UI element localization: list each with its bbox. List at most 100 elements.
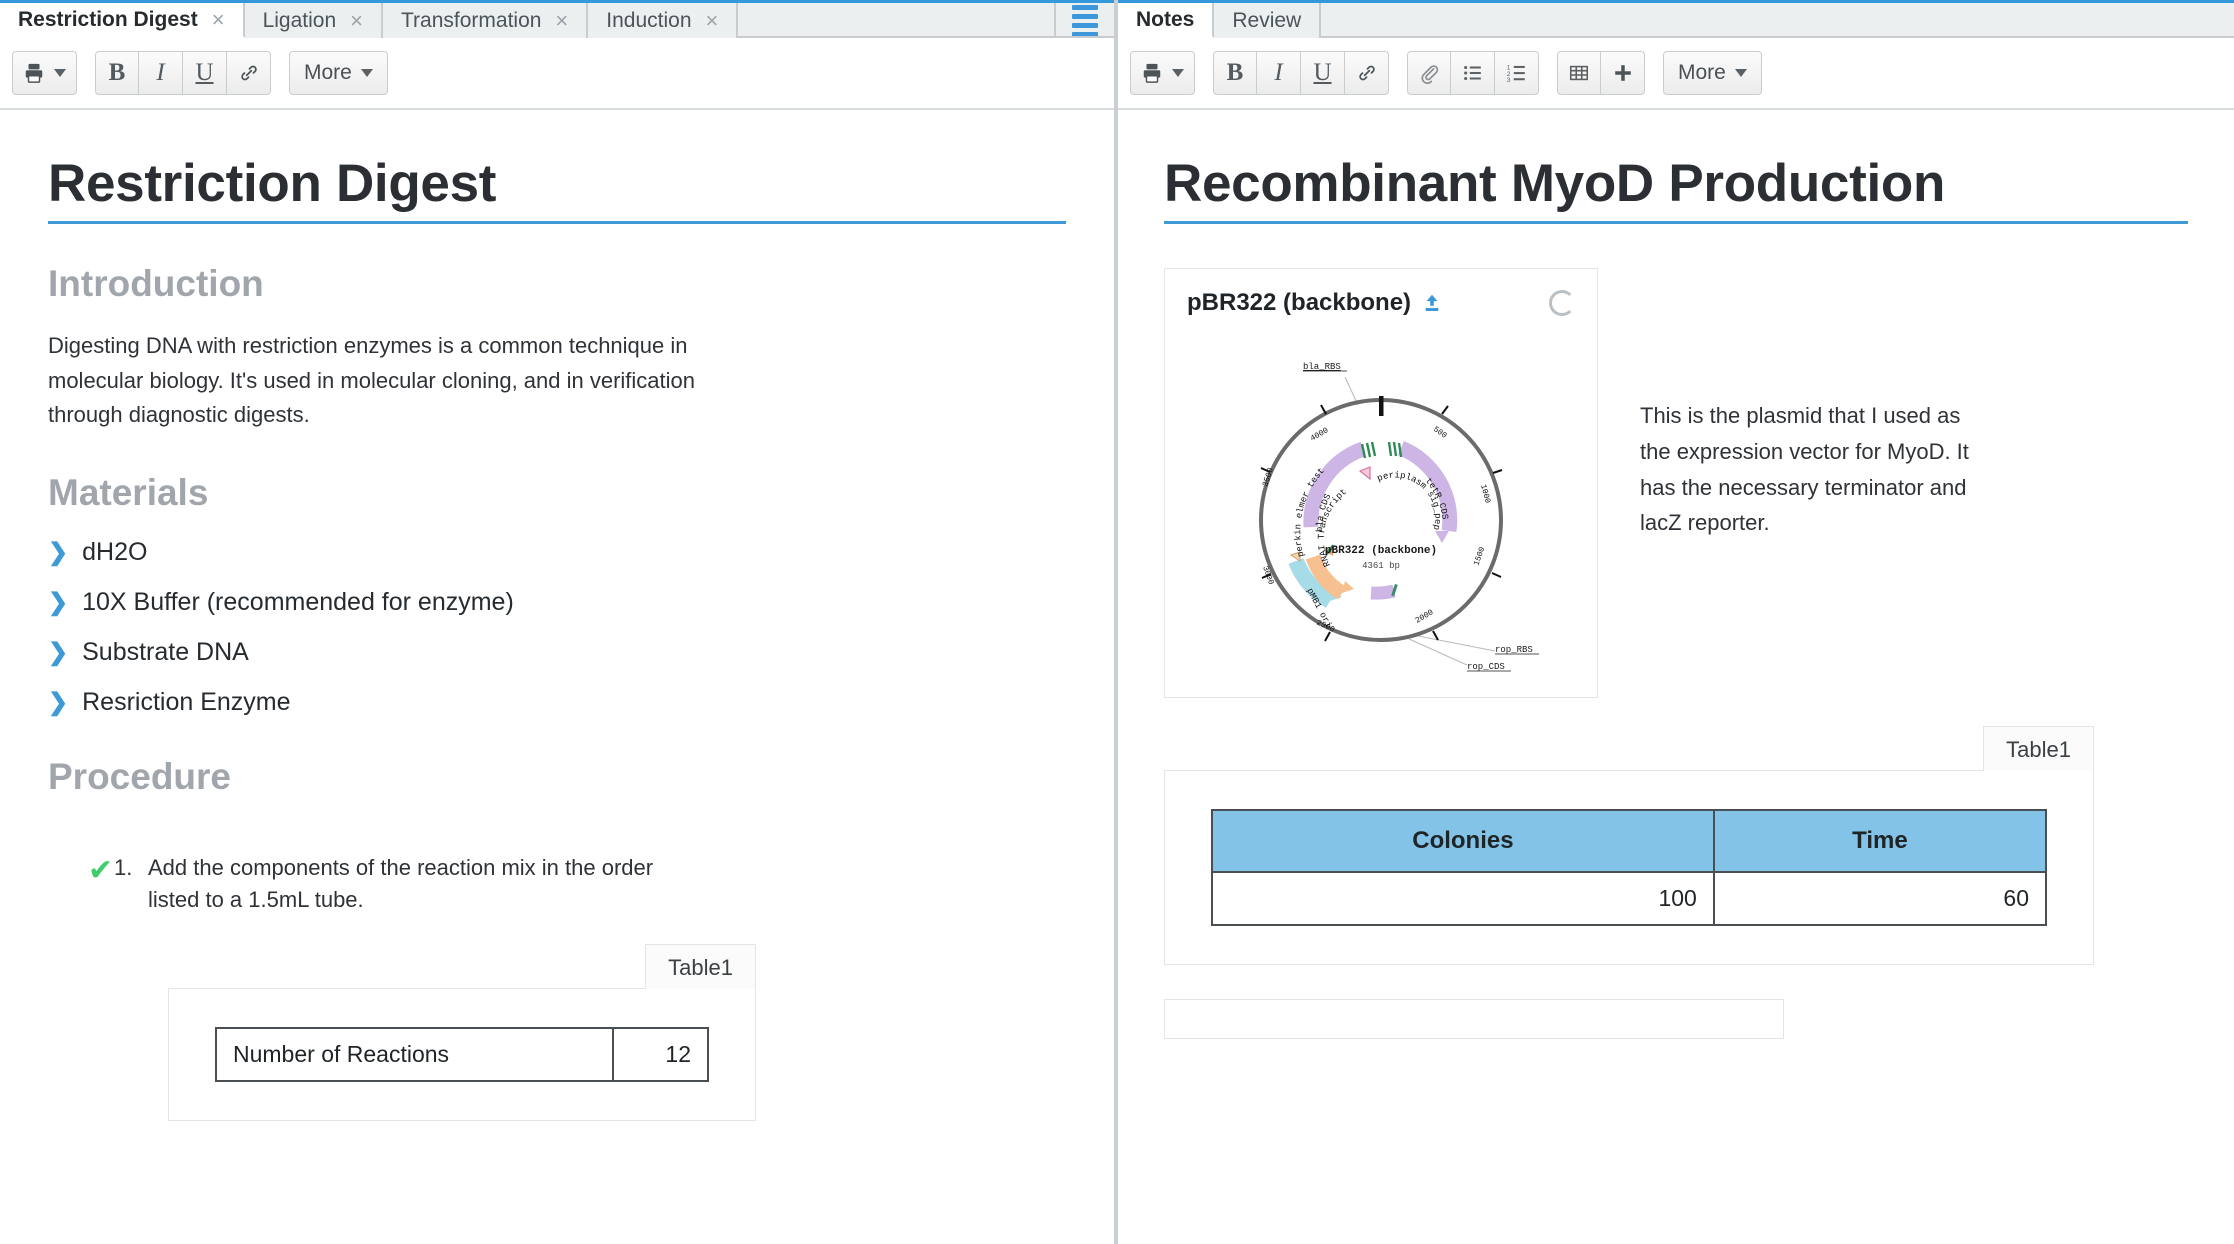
underline-button[interactable]: U [183,51,227,95]
plasmid-card-header: pBR322 (backbone) [1187,289,1575,317]
materials-list: ❯ dH2O ❯ 10X Buffer (recommended for enz… [48,537,1066,717]
material-label: Substrate DNA [82,638,249,667]
bold-button[interactable]: B [1213,51,1257,95]
bold-button[interactable]: B [95,51,139,95]
table-cell-label[interactable]: Number of Reactions [214,1026,615,1082]
close-icon[interactable]: × [555,9,568,32]
printer-icon [23,62,45,84]
list-item: ❯ Substrate DNA [48,637,1066,667]
plus-icon [1612,62,1634,84]
plasmid-card[interactable]: pBR322 (backbone) bla_RBS rop_RBS rop_CD… [1164,268,1598,699]
column-header-time[interactable]: Time [1712,809,2048,874]
more-group: More [1663,51,1762,95]
application-window: Restriction Digest × Ligation × Transfor… [0,0,2234,1244]
tab-label: Notes [1136,7,1195,31]
numbered-list-button[interactable]: 123 [1495,51,1539,95]
italic-button[interactable]: I [1257,51,1301,95]
link-button[interactable] [1345,51,1389,95]
svg-text:4000: 4000 [1309,426,1330,443]
table-row[interactable]: 100 60 [1211,871,2048,927]
close-icon[interactable]: × [212,8,225,31]
underline-icon: U [195,59,214,86]
procedure-step: ✔ 1. Add the components of the reaction … [48,852,1066,916]
section-heading-procedure: Procedure [48,756,232,798]
left-document-canvas[interactable]: Restriction Digest Introduction Digestin… [0,110,1114,1244]
right-panel: Notes Review B I U 1 2 3 More Recombinan… [1118,0,2234,1244]
protocol-menu-button[interactable] [1056,3,1114,38]
bullet-list-button[interactable] [1451,51,1495,95]
introduction-paragraph: Digesting DNA with restriction enzymes i… [48,332,696,428]
left-tab-bar: Restriction Digest × Ligation × Transfor… [0,0,1114,38]
table-group [1557,51,1645,95]
more-button[interactable]: More [1663,51,1762,95]
right-document-canvas[interactable]: Recombinant MyoD Production pBR322 (back… [1118,110,2234,1244]
close-icon[interactable]: × [706,9,719,32]
plasmid-title: pBR322 (backbone) [1187,289,1443,317]
insert-table-button[interactable] [1557,51,1601,95]
tab-ligation[interactable]: Ligation × [244,3,383,38]
link-button[interactable] [227,51,271,95]
underline-button[interactable]: U [1301,51,1345,95]
map-center-name: pBR322 (backbone) [1325,545,1437,557]
tab-bar-filler [738,3,1056,38]
add-button[interactable] [1601,51,1645,95]
table-cell-value[interactable]: 12 [612,1026,709,1082]
chevron-right-icon: ❯ [48,589,69,617]
more-button[interactable]: More [289,51,388,95]
numbered-list-icon: 123 [1506,62,1528,84]
attachment-button[interactable] [1407,51,1451,95]
bullet-list-icon [1462,62,1484,84]
tab-review[interactable]: Review [1214,3,1322,38]
print-button[interactable] [1130,51,1195,95]
colonies-table[interactable]: Colonies Time 100 60 [1211,809,2048,927]
svg-text:2000: 2000 [1414,608,1435,625]
table-cell-colonies[interactable]: 100 [1211,871,1715,927]
right-table-block: Table1 Colonies Time 100 60 [1164,726,2094,966]
link-icon [238,62,260,84]
tab-notes[interactable]: Notes [1118,3,1215,38]
print-button[interactable] [12,51,77,95]
tab-label: Induction [606,8,692,32]
section-heading-introduction: Introduction [48,263,264,305]
list-item: ❯ dH2O [48,537,1066,567]
right-tab-bar: Notes Review [1118,0,2234,38]
italic-button[interactable]: I [139,51,183,95]
upload-icon[interactable] [1421,292,1443,314]
step-number: 1. [114,854,133,880]
svg-text:500: 500 [1431,425,1448,441]
table-tab-label[interactable]: Table1 [1983,726,2094,772]
chevron-down-icon [54,69,66,77]
section-heading-materials: Materials [48,472,209,513]
tab-induction[interactable]: Induction × [588,3,739,38]
italic-icon: I [156,59,165,86]
tab-transformation[interactable]: Transformation × [382,3,589,38]
map-label-rop-cds: rop_CDS [1467,662,1505,672]
bold-icon: B [108,59,126,86]
underline-icon: U [1313,59,1332,86]
list-item: ❯ 10X Buffer (recommended for enzyme) [48,587,1066,617]
table-row[interactable]: Number of Reactions 12 [214,1026,709,1082]
tab-restriction-digest[interactable]: Restriction Digest × [0,3,245,38]
reactions-table[interactable]: Number of Reactions 12 [214,1026,709,1082]
hamburger-icon [1072,4,1098,37]
list-item: ❯ Resriction Enzyme [48,687,1066,717]
map-center-size: 4361 bp [1362,561,1400,571]
step-complete-check-icon[interactable]: ✔ [48,852,114,890]
map-label-rop-rbs: rop_RBS [1495,645,1533,655]
printer-icon [1141,62,1163,84]
column-header-colonies[interactable]: Colonies [1211,809,1715,874]
table-cell-time[interactable]: 60 [1712,871,2048,927]
chevron-down-icon [1734,69,1747,77]
material-label: dH2O [82,538,148,567]
paperclip-icon [1418,62,1440,84]
more-group: More [289,51,388,95]
insert-group: 123 [1407,51,1539,95]
loading-spinner-icon [1549,290,1575,317]
table-tab-label[interactable]: Table1 [645,943,756,989]
more-label: More [1678,61,1726,84]
table-card: Number of Reactions 12 [168,987,756,1121]
left-panel: Restriction Digest × Ligation × Transfor… [0,0,1118,1244]
bold-icon: B [1226,59,1244,86]
material-label: 10X Buffer (recommended for enzyme) [82,588,514,617]
close-icon[interactable]: × [350,9,363,32]
